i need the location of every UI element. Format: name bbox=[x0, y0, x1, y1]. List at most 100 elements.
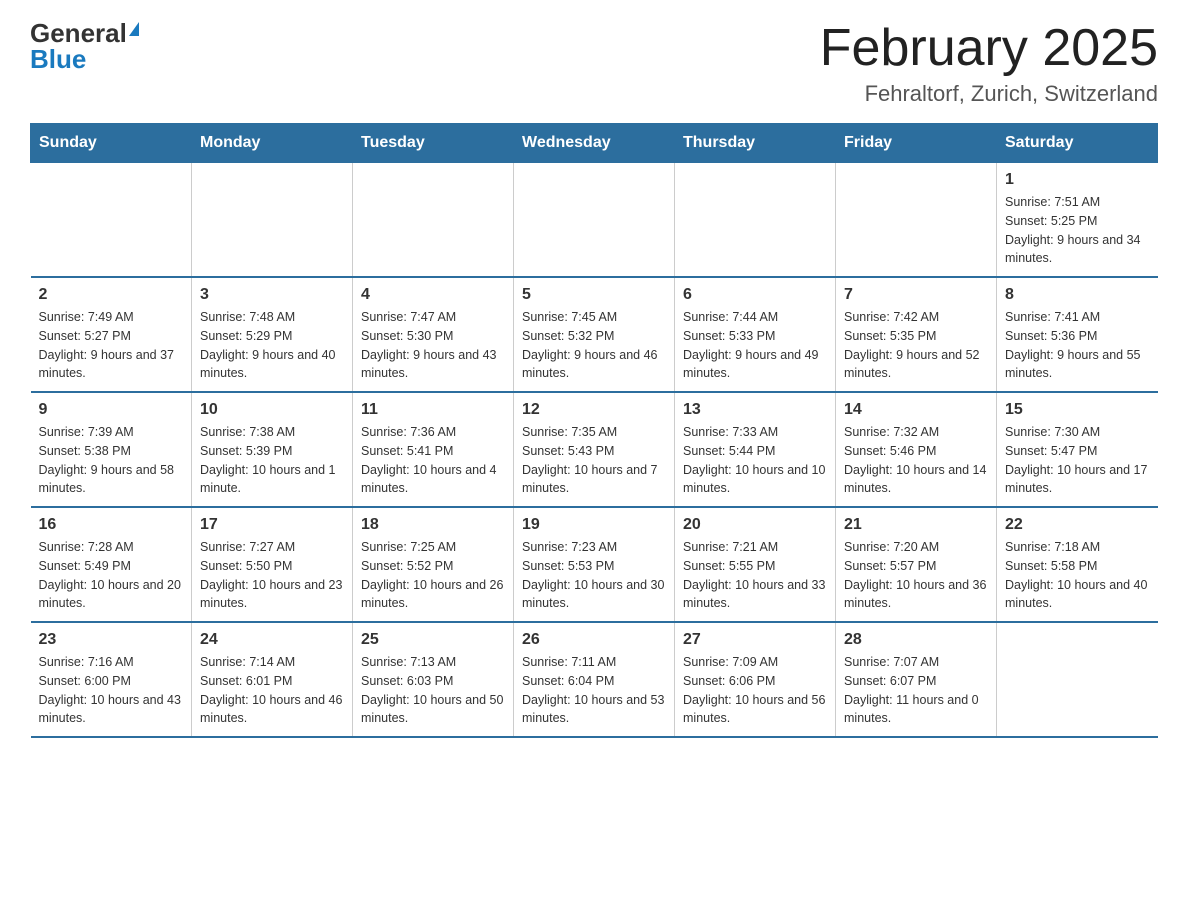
month-title: February 2025 bbox=[820, 20, 1158, 77]
day-number: 2 bbox=[39, 286, 184, 304]
col-sunday: Sunday bbox=[31, 124, 192, 163]
calendar-cell bbox=[514, 163, 675, 278]
calendar-cell bbox=[836, 163, 997, 278]
day-number: 8 bbox=[1005, 286, 1150, 304]
col-thursday: Thursday bbox=[675, 124, 836, 163]
day-info: Sunrise: 7:30 AMSunset: 5:47 PMDaylight:… bbox=[1005, 423, 1150, 498]
calendar-cell: 15 Sunrise: 7:30 AMSunset: 5:47 PMDayligh… bbox=[997, 392, 1158, 507]
day-info: Sunrise: 7:18 AMSunset: 5:58 PMDaylight:… bbox=[1005, 538, 1150, 613]
calendar-header: Sunday Monday Tuesday Wednesday Thursday… bbox=[31, 124, 1158, 163]
logo-general-text: General bbox=[30, 20, 127, 46]
day-info: Sunrise: 7:16 AMSunset: 6:00 PMDaylight:… bbox=[39, 653, 184, 728]
calendar-cell: 18 Sunrise: 7:25 AMSunset: 5:52 PMDayligh… bbox=[353, 507, 514, 622]
calendar-week-3: 9 Sunrise: 7:39 AMSunset: 5:38 PMDaylight… bbox=[31, 392, 1158, 507]
day-info: Sunrise: 7:14 AMSunset: 6:01 PMDaylight:… bbox=[200, 653, 344, 728]
day-number: 18 bbox=[361, 516, 505, 534]
day-number: 11 bbox=[361, 401, 505, 419]
day-info: Sunrise: 7:36 AMSunset: 5:41 PMDaylight:… bbox=[361, 423, 505, 498]
calendar-week-1: 1 Sunrise: 7:51 AMSunset: 5:25 PMDaylight… bbox=[31, 163, 1158, 278]
calendar-cell: 20 Sunrise: 7:21 AMSunset: 5:55 PMDayligh… bbox=[675, 507, 836, 622]
calendar-cell: 2Sunrise: 7:49 AMSunset: 5:27 PMDaylight… bbox=[31, 277, 192, 392]
day-info: Sunrise: 7:20 AMSunset: 5:57 PMDaylight:… bbox=[844, 538, 988, 613]
day-info: Sunrise: 7:23 AMSunset: 5:53 PMDaylight:… bbox=[522, 538, 666, 613]
day-info: Sunrise: 7:13 AMSunset: 6:03 PMDaylight:… bbox=[361, 653, 505, 728]
day-number: 17 bbox=[200, 516, 344, 534]
calendar-week-5: 23 Sunrise: 7:16 AMSunset: 6:00 PMDayligh… bbox=[31, 622, 1158, 737]
day-info: Sunrise: 7:09 AMSunset: 6:06 PMDaylight:… bbox=[683, 653, 827, 728]
calendar-cell: 1 Sunrise: 7:51 AMSunset: 5:25 PMDaylight… bbox=[997, 163, 1158, 278]
day-number: 26 bbox=[522, 631, 666, 649]
day-info: Sunrise: 7:07 AMSunset: 6:07 PMDaylight:… bbox=[844, 653, 988, 728]
header-row: Sunday Monday Tuesday Wednesday Thursday… bbox=[31, 124, 1158, 163]
calendar-cell: 6 Sunrise: 7:44 AMSunset: 5:33 PMDaylight… bbox=[675, 277, 836, 392]
day-number: 3 bbox=[200, 286, 344, 304]
title-block: February 2025 Fehraltorf, Zurich, Switze… bbox=[820, 20, 1158, 107]
day-number: 22 bbox=[1005, 516, 1150, 534]
logo-blue-text: Blue bbox=[30, 46, 86, 72]
day-number: 28 bbox=[844, 631, 988, 649]
calendar-cell: 16Sunrise: 7:28 AMSunset: 5:49 PMDayligh… bbox=[31, 507, 192, 622]
day-number: 15 bbox=[1005, 401, 1150, 419]
day-number: 1 bbox=[1005, 171, 1150, 189]
calendar-cell bbox=[675, 163, 836, 278]
calendar-cell: 3 Sunrise: 7:48 AMSunset: 5:29 PMDaylight… bbox=[192, 277, 353, 392]
calendar-cell: 8 Sunrise: 7:41 AMSunset: 5:36 PMDaylight… bbox=[997, 277, 1158, 392]
day-info: Sunrise: 7:39 AMSunset: 5:38 PMDaylight:… bbox=[39, 423, 184, 498]
calendar-cell: 25Sunrise: 7:13 AMSunset: 6:03 PMDayligh… bbox=[353, 622, 514, 737]
day-number: 27 bbox=[683, 631, 827, 649]
location-title: Fehraltorf, Zurich, Switzerland bbox=[820, 81, 1158, 107]
day-number: 7 bbox=[844, 286, 988, 304]
day-number: 21 bbox=[844, 516, 988, 534]
day-number: 23 bbox=[39, 631, 184, 649]
calendar-cell: 5Sunrise: 7:45 AMSunset: 5:32 PMDaylight… bbox=[514, 277, 675, 392]
logo-triangle-icon bbox=[129, 22, 139, 36]
calendar-cell bbox=[353, 163, 514, 278]
col-saturday: Saturday bbox=[997, 124, 1158, 163]
day-info: Sunrise: 7:38 AMSunset: 5:39 PMDaylight:… bbox=[200, 423, 344, 498]
calendar-cell: 14Sunrise: 7:32 AMSunset: 5:46 PMDayligh… bbox=[836, 392, 997, 507]
calendar-cell: 21 Sunrise: 7:20 AMSunset: 5:57 PMDayligh… bbox=[836, 507, 997, 622]
day-number: 24 bbox=[200, 631, 344, 649]
calendar-cell: 17 Sunrise: 7:27 AMSunset: 5:50 PMDayligh… bbox=[192, 507, 353, 622]
day-number: 4 bbox=[361, 286, 505, 304]
calendar-week-4: 16Sunrise: 7:28 AMSunset: 5:49 PMDayligh… bbox=[31, 507, 1158, 622]
day-number: 13 bbox=[683, 401, 827, 419]
day-info: Sunrise: 7:32 AMSunset: 5:46 PMDaylight:… bbox=[844, 423, 988, 498]
day-info: Sunrise: 7:51 AMSunset: 5:25 PMDaylight:… bbox=[1005, 193, 1150, 268]
col-monday: Monday bbox=[192, 124, 353, 163]
day-number: 10 bbox=[200, 401, 344, 419]
calendar-cell bbox=[997, 622, 1158, 737]
col-tuesday: Tuesday bbox=[353, 124, 514, 163]
day-number: 20 bbox=[683, 516, 827, 534]
calendar-cell: 9 Sunrise: 7:39 AMSunset: 5:38 PMDaylight… bbox=[31, 392, 192, 507]
calendar-cell bbox=[192, 163, 353, 278]
day-info: Sunrise: 7:41 AMSunset: 5:36 PMDaylight:… bbox=[1005, 308, 1150, 383]
calendar-cell: 7Sunrise: 7:42 AMSunset: 5:35 PMDaylight… bbox=[836, 277, 997, 392]
calendar-week-2: 2Sunrise: 7:49 AMSunset: 5:27 PMDaylight… bbox=[31, 277, 1158, 392]
calendar-cell: 12Sunrise: 7:35 AMSunset: 5:43 PMDayligh… bbox=[514, 392, 675, 507]
day-info: Sunrise: 7:45 AMSunset: 5:32 PMDaylight:… bbox=[522, 308, 666, 383]
logo: General Blue bbox=[30, 20, 139, 72]
day-info: Sunrise: 7:11 AMSunset: 6:04 PMDaylight:… bbox=[522, 653, 666, 728]
calendar-cell: 19 Sunrise: 7:23 AMSunset: 5:53 PMDayligh… bbox=[514, 507, 675, 622]
calendar-body: 1 Sunrise: 7:51 AMSunset: 5:25 PMDaylight… bbox=[31, 163, 1158, 738]
day-number: 6 bbox=[683, 286, 827, 304]
day-info: Sunrise: 7:48 AMSunset: 5:29 PMDaylight:… bbox=[200, 308, 344, 383]
day-info: Sunrise: 7:27 AMSunset: 5:50 PMDaylight:… bbox=[200, 538, 344, 613]
day-info: Sunrise: 7:21 AMSunset: 5:55 PMDaylight:… bbox=[683, 538, 827, 613]
calendar-cell: 23 Sunrise: 7:16 AMSunset: 6:00 PMDayligh… bbox=[31, 622, 192, 737]
calendar-cell: 27 Sunrise: 7:09 AMSunset: 6:06 PMDayligh… bbox=[675, 622, 836, 737]
calendar-cell: 11 Sunrise: 7:36 AMSunset: 5:41 PMDayligh… bbox=[353, 392, 514, 507]
day-number: 9 bbox=[39, 401, 184, 419]
page-header: General Blue February 2025 Fehraltorf, Z… bbox=[30, 20, 1158, 107]
col-wednesday: Wednesday bbox=[514, 124, 675, 163]
calendar-cell: 22 Sunrise: 7:18 AMSunset: 5:58 PMDayligh… bbox=[997, 507, 1158, 622]
calendar-cell: 28 Sunrise: 7:07 AMSunset: 6:07 PMDayligh… bbox=[836, 622, 997, 737]
day-info: Sunrise: 7:44 AMSunset: 5:33 PMDaylight:… bbox=[683, 308, 827, 383]
col-friday: Friday bbox=[836, 124, 997, 163]
day-info: Sunrise: 7:33 AMSunset: 5:44 PMDaylight:… bbox=[683, 423, 827, 498]
day-info: Sunrise: 7:35 AMSunset: 5:43 PMDaylight:… bbox=[522, 423, 666, 498]
day-info: Sunrise: 7:25 AMSunset: 5:52 PMDaylight:… bbox=[361, 538, 505, 613]
calendar-cell: 26 Sunrise: 7:11 AMSunset: 6:04 PMDayligh… bbox=[514, 622, 675, 737]
day-number: 19 bbox=[522, 516, 666, 534]
